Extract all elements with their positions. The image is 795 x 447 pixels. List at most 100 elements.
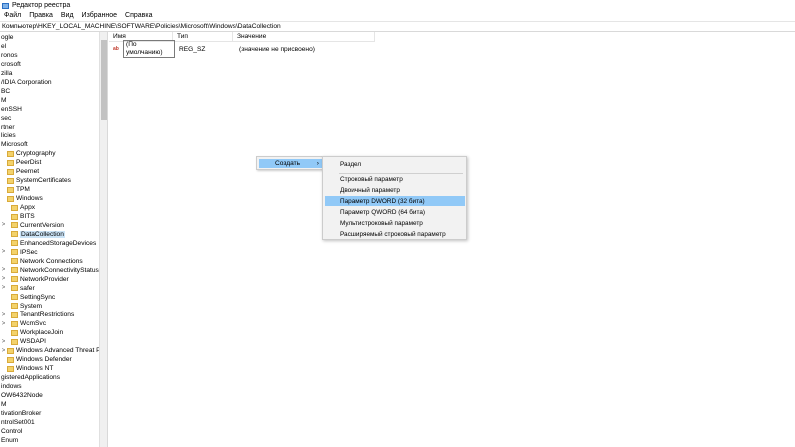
tree-item[interactable]: M xyxy=(0,96,7,105)
chevron-right-icon[interactable]: > xyxy=(1,312,6,318)
tree-item[interactable]: licies xyxy=(0,131,16,140)
tree-item-label: IPSec xyxy=(20,248,38,256)
tree-item[interactable]: Windows xyxy=(0,194,43,203)
tree-item[interactable]: > safer xyxy=(0,284,35,293)
folder-icon xyxy=(11,213,18,220)
address-bar[interactable]: Компьютер\HKEY_LOCAL_MACHINE\SOFTWARE\Po… xyxy=(0,21,795,32)
tree-item-label: Enum xyxy=(1,436,19,444)
tree-item[interactable]: zilla xyxy=(0,69,12,78)
menu-help[interactable]: Справка xyxy=(121,11,156,21)
tree-item-label: zilla xyxy=(1,69,13,77)
submenu-item-qword-value[interactable]: Параметр QWORD (64 бита) xyxy=(325,207,465,217)
submenu-item-string-value[interactable]: Строковый параметр xyxy=(325,174,465,184)
tree-item[interactable]: M xyxy=(0,400,7,409)
tree-item-label: Windows NT xyxy=(16,365,54,373)
column-header-type[interactable]: Тип xyxy=(173,32,233,41)
tree-item-label: EnhancedStorageDevices xyxy=(20,239,97,247)
column-header-value[interactable]: Значение xyxy=(233,32,375,41)
tree-item[interactable]: tivationBroker xyxy=(0,409,41,418)
tree-item[interactable]: Control xyxy=(0,427,22,436)
menu-file[interactable]: Файл xyxy=(0,11,25,21)
tree-item[interactable]: DataCollection xyxy=(0,230,65,239)
tree-item[interactable]: PeerDist xyxy=(0,158,41,167)
tree-item-label: Control xyxy=(1,427,23,435)
folder-icon xyxy=(11,258,18,265)
tree-item[interactable]: > CurrentVersion xyxy=(0,221,64,230)
chevron-right-icon[interactable]: > xyxy=(1,321,6,327)
menu-favorites[interactable]: Избранное xyxy=(78,11,121,21)
tree-item-label: CurrentVersion xyxy=(20,221,64,229)
tree-item[interactable]: Microsoft xyxy=(0,140,28,149)
tree-item[interactable]: > NetworkConnectivityStatusInd xyxy=(0,266,108,275)
tree-item[interactable]: BC xyxy=(0,87,10,96)
tree-item[interactable]: WorkplaceJoin xyxy=(0,328,63,337)
tree-item[interactable]: Enum xyxy=(0,436,18,445)
tree-item-label: rtner xyxy=(1,123,15,131)
tree-item[interactable]: System xyxy=(0,302,42,311)
tree-item[interactable]: SettingSync xyxy=(0,293,55,302)
tree-item[interactable]: rtner xyxy=(0,123,15,132)
folder-icon xyxy=(11,311,18,318)
tree-item[interactable]: > WSDAPI xyxy=(0,337,46,346)
tree-item[interactable]: BITS xyxy=(0,212,35,221)
tree-item[interactable]: indows xyxy=(0,382,22,391)
menu-bar: Файл Правка Вид Избранное Справка xyxy=(0,11,795,21)
tree-scrollbar-thumb[interactable] xyxy=(101,40,107,120)
tree-item[interactable]: /IDIA Corporation xyxy=(0,78,52,87)
tree-item-label: OW6432Node xyxy=(1,392,43,399)
tree-item-label: WSDAPI xyxy=(20,338,47,346)
window-title: Редактор реестра xyxy=(12,2,71,9)
tree-item-label: NetworkConnectivityStatusInd xyxy=(20,266,108,274)
tree-item[interactable]: > Windows Advanced Threat Protec xyxy=(0,346,107,355)
tree-scrollbar[interactable] xyxy=(99,32,107,447)
chevron-right-icon[interactable]: > xyxy=(1,348,6,354)
tree-item[interactable]: EnhancedStorageDevices xyxy=(0,239,96,248)
tree-item[interactable]: TPM xyxy=(0,185,30,194)
tree-item[interactable]: > TenantRestrictions xyxy=(0,310,75,319)
tree-item-label: Appx xyxy=(20,204,36,212)
value-type: REG_SZ xyxy=(179,45,206,53)
tree-item[interactable]: ronos xyxy=(0,51,18,60)
tree-item[interactable]: crosoft xyxy=(0,60,21,69)
tree-item[interactable]: sec xyxy=(0,114,11,123)
tree-item[interactable]: gisteredApplications xyxy=(0,373,60,382)
chevron-right-icon[interactable]: > xyxy=(1,222,6,228)
submenu-item-binary-value[interactable]: Двоичный параметр xyxy=(325,185,465,195)
chevron-right-icon[interactable]: > xyxy=(1,285,6,291)
tree-item[interactable]: OW6432Node xyxy=(0,391,43,400)
tree-item[interactable]: > IPSec xyxy=(0,248,38,257)
tree-item-label: DataCollection xyxy=(20,230,65,238)
folder-icon xyxy=(11,294,18,301)
tree-item[interactable]: Network Connections xyxy=(0,257,83,266)
value-data: (значение не присвоено) xyxy=(239,45,315,53)
menu-edit[interactable]: Правка xyxy=(25,11,57,21)
menu-item-create[interactable]: Создать › xyxy=(259,159,322,168)
tree-item[interactable]: enSSH xyxy=(0,105,22,114)
menu-view[interactable]: Вид xyxy=(57,11,78,21)
menu-item-create-label: Создать xyxy=(275,160,301,167)
tree-item[interactable]: > WcmSvc xyxy=(0,319,46,328)
tree-item[interactable]: ntrolSet001 xyxy=(0,418,35,427)
folder-icon xyxy=(11,240,18,247)
value-row[interactable]: ab (По умолчанию) REG_SZ (значение не пр… xyxy=(109,40,315,58)
chevron-right-icon[interactable]: > xyxy=(1,249,6,255)
submenu-item-dword-value[interactable]: Параметр DWORD (32 бита) xyxy=(325,196,465,206)
tree-item[interactable]: Cryptography xyxy=(0,149,56,158)
tree-item[interactable]: Windows NT xyxy=(0,364,53,373)
tree-item[interactable]: Peernet xyxy=(0,167,39,176)
folder-icon xyxy=(11,303,18,309)
chevron-right-icon[interactable]: > xyxy=(1,276,6,282)
tree-item[interactable]: SystemCertificates xyxy=(0,176,71,185)
tree-item[interactable]: ogle xyxy=(0,33,13,42)
submenu-item-key[interactable]: Раздел xyxy=(325,159,465,169)
chevron-right-icon[interactable]: > xyxy=(1,339,6,345)
tree-item-label: BC xyxy=(1,87,11,95)
submenu-item-multistring-value[interactable]: Мультистроковый параметр xyxy=(325,218,465,228)
tree-item[interactable]: > NetworkProvider xyxy=(0,275,69,284)
tree-item[interactable]: Windows Defender xyxy=(0,355,72,364)
tree-item[interactable]: el xyxy=(0,42,6,51)
submenu-item-expandable-string-value[interactable]: Расширяемый строковый параметр xyxy=(325,229,465,239)
tree-item[interactable]: Appx xyxy=(0,203,35,212)
registry-tree[interactable]: Enum Control ntrolSet001 tivationBroker M OW6… xyxy=(0,32,108,447)
chevron-right-icon[interactable]: > xyxy=(1,267,6,273)
